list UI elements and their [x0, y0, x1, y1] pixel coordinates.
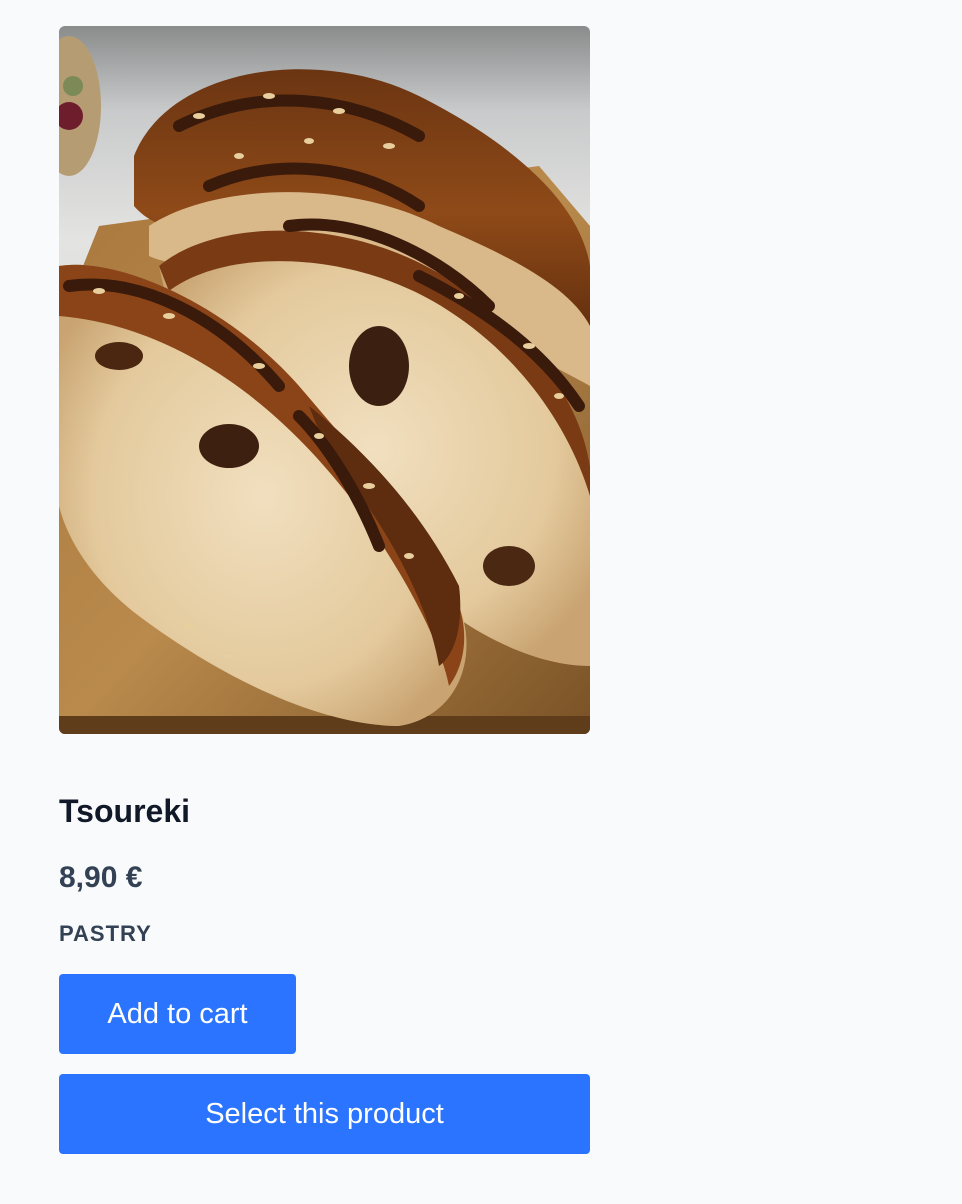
product-title: Tsoureki: [59, 793, 190, 829]
tsoureki-photo: [59, 26, 590, 734]
select-product-button[interactable]: Select this product: [59, 1074, 590, 1154]
product-card: Tsoureki 8,90 € PASTRY Add to cart Selec…: [59, 26, 590, 1154]
add-to-cart-button[interactable]: Add to cart: [59, 974, 296, 1054]
product-category: PASTRY: [59, 921, 152, 946]
product-image: [59, 26, 590, 734]
product-price: 8,90 €: [59, 861, 143, 894]
